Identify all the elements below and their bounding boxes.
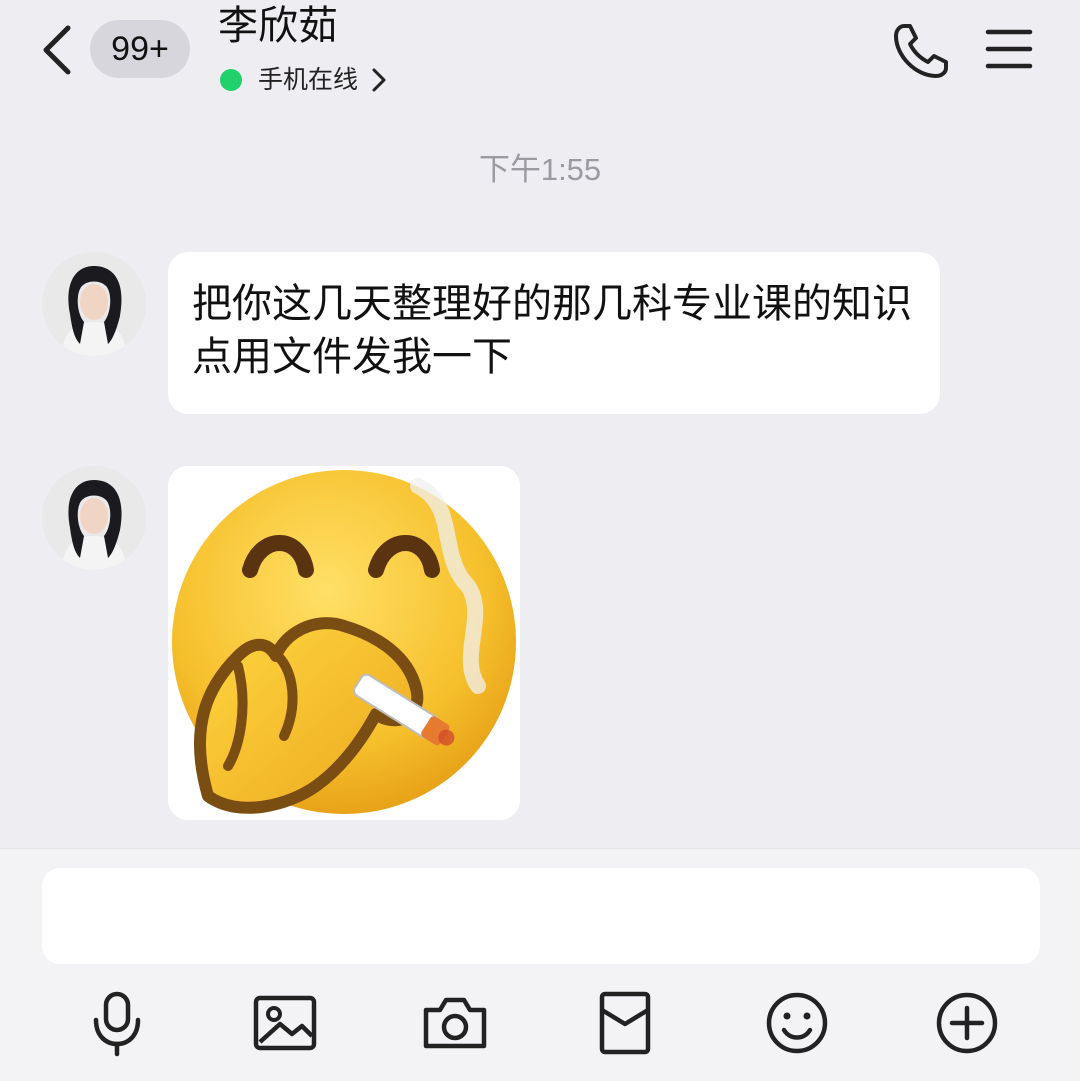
voice-call-button[interactable]	[890, 20, 952, 82]
more-actions-button[interactable]	[932, 988, 1002, 1058]
message-input[interactable]	[42, 868, 1040, 964]
phone-icon	[894, 24, 948, 78]
avatar-photo-icon	[42, 252, 146, 356]
chevron-left-icon	[43, 25, 71, 75]
status-text: 手机在线	[258, 65, 359, 94]
emoji-icon	[766, 992, 828, 1054]
avatar-photo-icon	[42, 466, 146, 570]
contact-name[interactable]: 李欣茹	[218, 2, 338, 50]
emoji-button[interactable]	[762, 988, 832, 1058]
camera-button[interactable]	[420, 988, 490, 1058]
plus-icon	[936, 992, 998, 1054]
more-menu-button[interactable]	[984, 26, 1034, 72]
voice-message-button[interactable]	[82, 988, 152, 1058]
smirking-smoking-emoji-icon	[168, 466, 520, 820]
online-status[interactable]: 手机在线	[220, 62, 388, 98]
chat-header: 99+ 李欣茹 手机在线	[0, 0, 1080, 120]
unread-count-badge[interactable]: 99+	[90, 20, 190, 78]
message-timestamp: 下午1:55	[478, 152, 602, 187]
back-button[interactable]	[36, 22, 80, 78]
chevron-right-icon	[372, 68, 386, 92]
menu-icon	[985, 29, 1033, 69]
contact-avatar[interactable]	[42, 466, 146, 570]
message-text: 把你这几天整理好的那几科专业课的知识点用文件发我一下	[192, 281, 912, 380]
send-image-button[interactable]	[250, 988, 320, 1058]
contact-avatar[interactable]	[42, 252, 146, 356]
online-dot-icon	[220, 69, 242, 91]
red-packet-icon	[599, 991, 651, 1055]
microphone-icon	[93, 991, 141, 1057]
image-icon	[253, 995, 317, 1051]
sticker-message[interactable]	[168, 466, 520, 820]
red-packet-button[interactable]	[590, 988, 660, 1058]
camera-icon	[423, 997, 487, 1049]
